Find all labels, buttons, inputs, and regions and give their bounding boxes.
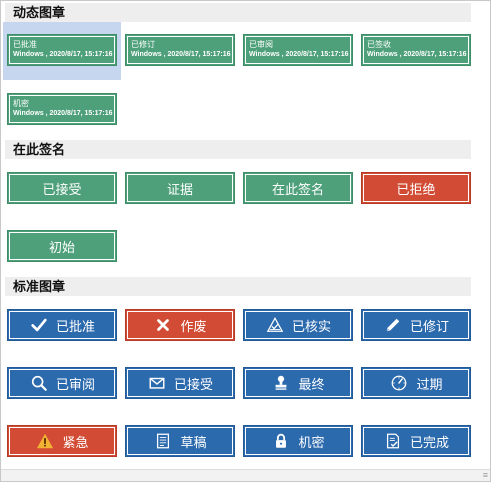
button-label: 已核实 xyxy=(291,318,331,334)
button-label: 过期 xyxy=(416,376,443,392)
document-check-icon xyxy=(383,431,403,451)
standard-button-void[interactable]: 作废 xyxy=(125,309,235,341)
check-icon xyxy=(29,315,49,335)
pencil-icon xyxy=(383,315,403,335)
stamp-subtitle: Windows , 2020/8/17, 15:17:16 xyxy=(367,51,467,58)
stamp-icon xyxy=(271,373,291,393)
section-dynamic-stamps: 动态图章 xyxy=(5,3,471,22)
button-label: 已拒绝 xyxy=(396,181,436,197)
dynamic-stamp-approved[interactable]: 已批准 Windows , 2020/8/17, 15:17:16 xyxy=(3,22,121,80)
sign-button-sign-here[interactable]: 在此签名 xyxy=(243,172,353,204)
triangle-check-icon xyxy=(265,315,285,335)
sign-button-accepted[interactable]: 已接受 xyxy=(7,172,117,204)
section-standard-stamps: 标准图章 xyxy=(5,277,471,296)
button-label: 已审阅 xyxy=(55,376,95,392)
standard-button-expired[interactable]: 过期 xyxy=(361,367,471,399)
standard-button-verified[interactable]: 已核实 xyxy=(243,309,353,341)
button-label: 已接受 xyxy=(173,376,213,392)
resize-grip-icon[interactable]: ≡ xyxy=(483,470,488,481)
dynamic-stamp-revised[interactable]: 已修订 Windows , 2020/8/17, 15:17:16 xyxy=(121,22,239,80)
stamp-title: 已修订 xyxy=(131,40,155,49)
button-label: 已完成 xyxy=(409,434,449,450)
standard-button-completed[interactable]: 已完成 xyxy=(361,425,471,457)
button-label: 机密 xyxy=(298,434,325,450)
envelope-icon xyxy=(147,373,167,393)
stamp-subtitle: Windows , 2020/8/17, 15:17:16 xyxy=(13,51,113,58)
button-label: 最终 xyxy=(298,376,325,392)
button-label: 已修订 xyxy=(409,318,449,334)
status-bar: ≡ xyxy=(1,469,490,481)
standard-button-revised[interactable]: 已修订 xyxy=(361,309,471,341)
button-label: 在此签名 xyxy=(271,181,324,197)
standard-button-final[interactable]: 最终 xyxy=(243,367,353,399)
stamp-subtitle: Windows , 2020/8/17, 15:17:16 xyxy=(249,51,349,58)
standard-button-draft[interactable]: 草稿 xyxy=(125,425,235,457)
button-label: 初始 xyxy=(48,239,75,255)
button-label: 已批准 xyxy=(55,318,95,334)
button-label: 草稿 xyxy=(180,434,207,450)
x-icon xyxy=(153,315,173,335)
stamp-title: 已批准 xyxy=(13,40,37,49)
button-label: 已接受 xyxy=(42,181,82,197)
lock-icon xyxy=(271,431,291,451)
stamp-title: 已签收 xyxy=(367,40,391,49)
stamp-subtitle: Windows , 2020/8/17, 15:17:16 xyxy=(131,51,231,58)
button-label: 作废 xyxy=(180,318,207,334)
warning-icon xyxy=(35,431,55,451)
magnifier-icon xyxy=(29,373,49,393)
stamp-subtitle: Windows , 2020/8/17, 15:17:16 xyxy=(13,110,113,117)
standard-button-reviewed[interactable]: 已审阅 xyxy=(7,367,117,399)
dynamic-stamp-confidential[interactable]: 机密 Windows , 2020/8/17, 15:17:16 xyxy=(3,81,121,139)
stamp-panel: 动态图章 已批准 Windows , 2020/8/17, 15:17:16 已… xyxy=(0,0,491,482)
sign-button-rejected[interactable]: 已拒绝 xyxy=(361,172,471,204)
dynamic-stamp-received[interactable]: 已签收 Windows , 2020/8/17, 15:17:16 xyxy=(357,22,475,80)
button-label: 证据 xyxy=(166,181,193,197)
stamp-title: 已审阅 xyxy=(249,40,273,49)
standard-button-approved[interactable]: 已批准 xyxy=(7,309,117,341)
clock-icon xyxy=(389,373,409,393)
dynamic-stamp-reviewed[interactable]: 已审阅 Windows , 2020/8/17, 15:17:16 xyxy=(239,22,357,80)
stamp-title: 机密 xyxy=(13,99,29,108)
document-icon xyxy=(153,431,173,451)
button-label: 紧急 xyxy=(62,434,89,450)
standard-button-confidential[interactable]: 机密 xyxy=(243,425,353,457)
standard-button-urgent[interactable]: 紧急 xyxy=(7,425,117,457)
sign-button-initial[interactable]: 初始 xyxy=(7,230,117,262)
section-sign-here: 在此签名 xyxy=(5,140,471,159)
standard-button-received[interactable]: 已接受 xyxy=(125,367,235,399)
sign-button-evidence[interactable]: 证据 xyxy=(125,172,235,204)
